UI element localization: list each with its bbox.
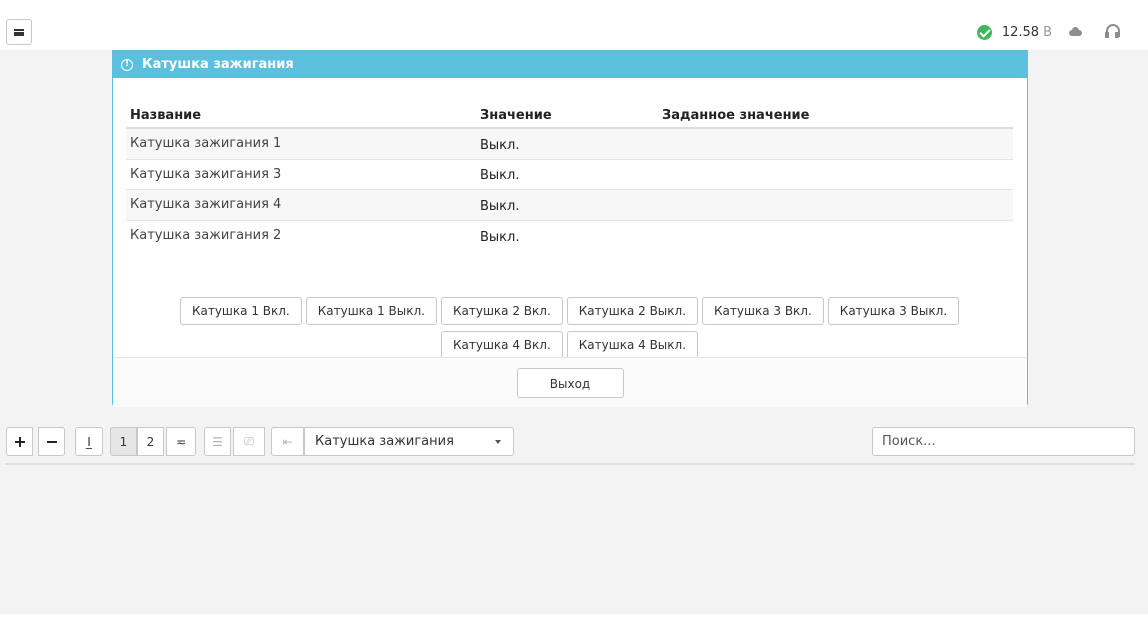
table-header: Название Значение Заданное значение [126, 107, 1013, 129]
page-2-button[interactable]: 2 [137, 427, 164, 456]
search-input[interactable] [872, 427, 1135, 456]
table-body: Катушка зажигания 1 Выкл. Катушка зажига… [126, 129, 1013, 251]
toolbar-divider [5, 463, 1135, 465]
page-1-label: 1 [119, 434, 128, 449]
row-value: Выкл. [480, 168, 520, 184]
text-cursor-icon: I̲ [87, 434, 91, 449]
column-header-setpoint: Заданное значение [662, 108, 810, 123]
dialog-title: Катушка зажигания [142, 57, 294, 72]
check-circle-icon [976, 24, 992, 40]
ignition-coil-dialog: ! Катушка зажигания Название Значение За… [112, 50, 1028, 407]
dialog-header: ! Катушка зажигания [113, 51, 1027, 78]
row-value: Выкл. [480, 137, 520, 153]
coil-1-on-button[interactable]: Катушка 1 Вкл. [179, 297, 302, 325]
coil-2-off-button[interactable]: Катушка 2 Выкл. [566, 297, 699, 325]
table-row: Катушка зажигания 1 Выкл. [126, 129, 1013, 160]
coil-4-on-button[interactable]: Катушка 4 Вкл. [440, 331, 563, 359]
coil-2-on-button[interactable]: Катушка 2 Вкл. [440, 297, 563, 325]
row-name: Катушка зажигания 2 [130, 228, 282, 244]
column-header-name: Название [130, 108, 202, 123]
clear-filter-icon: ⎚ [244, 434, 254, 448]
page-1-button[interactable]: 1 [110, 427, 137, 456]
caret-down-icon [495, 440, 501, 444]
info-icon: ! [121, 58, 133, 71]
list-icon: ☰ [212, 434, 223, 449]
row-name: Катушка зажигания 1 [130, 136, 282, 152]
row-name: Катушка зажигания 4 [130, 197, 282, 213]
values-table: Название Значение Заданное значение Кату… [126, 107, 1013, 251]
hamburger-icon [14, 28, 24, 36]
bottom-toolbar: I̲ 1 2 ≂ ☰ ⎚ ⇤ Катушка зажигания [0, 427, 1148, 457]
plus-button[interactable] [6, 427, 33, 456]
bottom-strip [0, 614, 1148, 622]
row-value: Выкл. [480, 229, 520, 245]
page-2-label: 2 [146, 434, 155, 449]
cloud-icon[interactable] [1066, 24, 1088, 40]
table-row: Катушка зажигания 4 Выкл. [126, 190, 1013, 221]
clear-filter-button[interactable]: ⎚ [233, 427, 265, 456]
coil-3-off-button[interactable]: Катушка 3 Выкл. [827, 297, 960, 325]
text-cursor-button[interactable]: I̲ [75, 427, 103, 456]
group-select[interactable]: Катушка зажигания [304, 427, 514, 456]
table-row: Катушка зажигания 2 Выкл. [126, 221, 1013, 252]
coil-4-off-button[interactable]: Катушка 4 Выкл. [566, 331, 699, 359]
voltage-unit: В [1043, 24, 1052, 40]
approx-button[interactable]: ≂ [166, 427, 196, 456]
back-button[interactable]: ⇤ [271, 427, 304, 456]
menu-button[interactable] [6, 19, 32, 45]
dialog-body: Название Значение Заданное значение Кату… [113, 78, 1027, 359]
approx-icon: ≂ [175, 434, 187, 449]
control-buttons: Катушка 1 Вкл. Катушка 1 Выкл. Катушка 2… [126, 297, 1013, 365]
table-row: Катушка зажигания 3 Выкл. [126, 160, 1013, 190]
group-select-value: Катушка зажигания [315, 434, 454, 449]
coil-3-on-button[interactable]: Катушка 3 Вкл. [702, 297, 824, 325]
list-button[interactable]: ☰ [204, 427, 231, 456]
status-area: 12.58 В [976, 22, 1120, 42]
minus-button[interactable] [38, 427, 65, 456]
column-header-value: Значение [480, 108, 552, 123]
top-bar: 12.58 В [0, 0, 1148, 50]
arrow-left-bar-icon: ⇤ [282, 434, 293, 449]
row-value: Выкл. [480, 198, 520, 214]
coil-1-off-button[interactable]: Катушка 1 Выкл. [305, 297, 437, 325]
headset-icon[interactable] [1104, 23, 1120, 41]
voltage-value: 12.58 [1001, 24, 1040, 40]
row-name: Катушка зажигания 3 [130, 166, 282, 182]
dialog-footer: Выход [113, 357, 1027, 407]
exit-button[interactable]: Выход [516, 367, 624, 398]
